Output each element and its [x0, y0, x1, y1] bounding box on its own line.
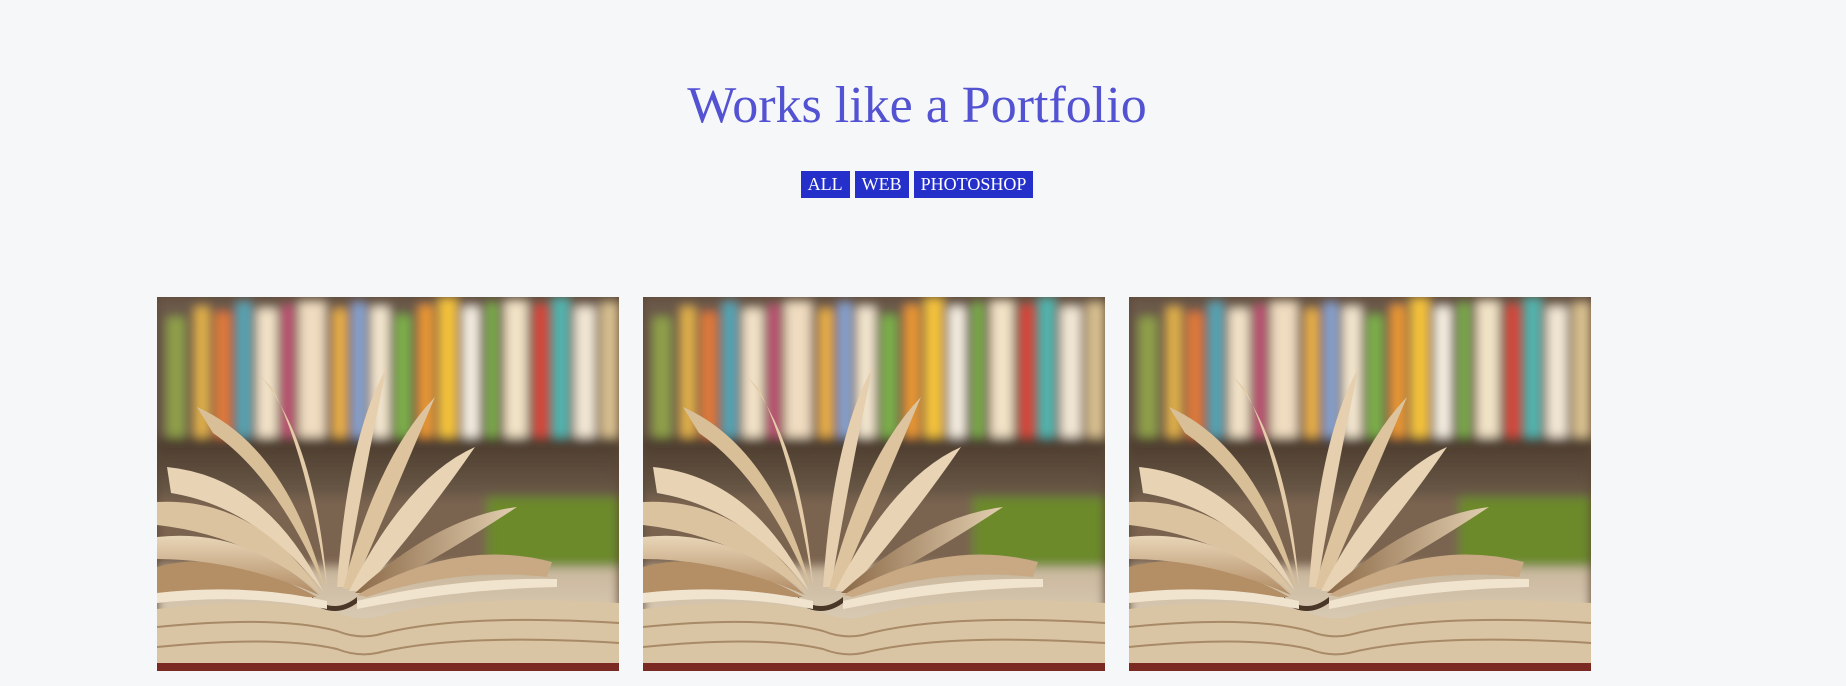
filter-bar: ALL WEB PHOTOSHOP — [0, 171, 1834, 198]
filter-web-button[interactable]: WEB — [854, 171, 909, 198]
open-book-photo — [157, 297, 619, 671]
open-book-photo — [1129, 297, 1591, 671]
portfolio-item[interactable] — [1129, 297, 1591, 671]
filter-all-button[interactable]: ALL — [800, 171, 850, 198]
portfolio-item[interactable] — [157, 297, 619, 671]
portfolio-section: Works like a Portfolio ALL WEB PHOTOSHOP — [0, 0, 1846, 686]
filter-photoshop-button[interactable]: PHOTOSHOP — [913, 171, 1034, 198]
portfolio-gallery — [157, 297, 1591, 671]
open-book-photo — [643, 297, 1105, 671]
page-title: Works like a Portfolio — [687, 77, 1147, 134]
portfolio-item[interactable] — [643, 297, 1105, 671]
